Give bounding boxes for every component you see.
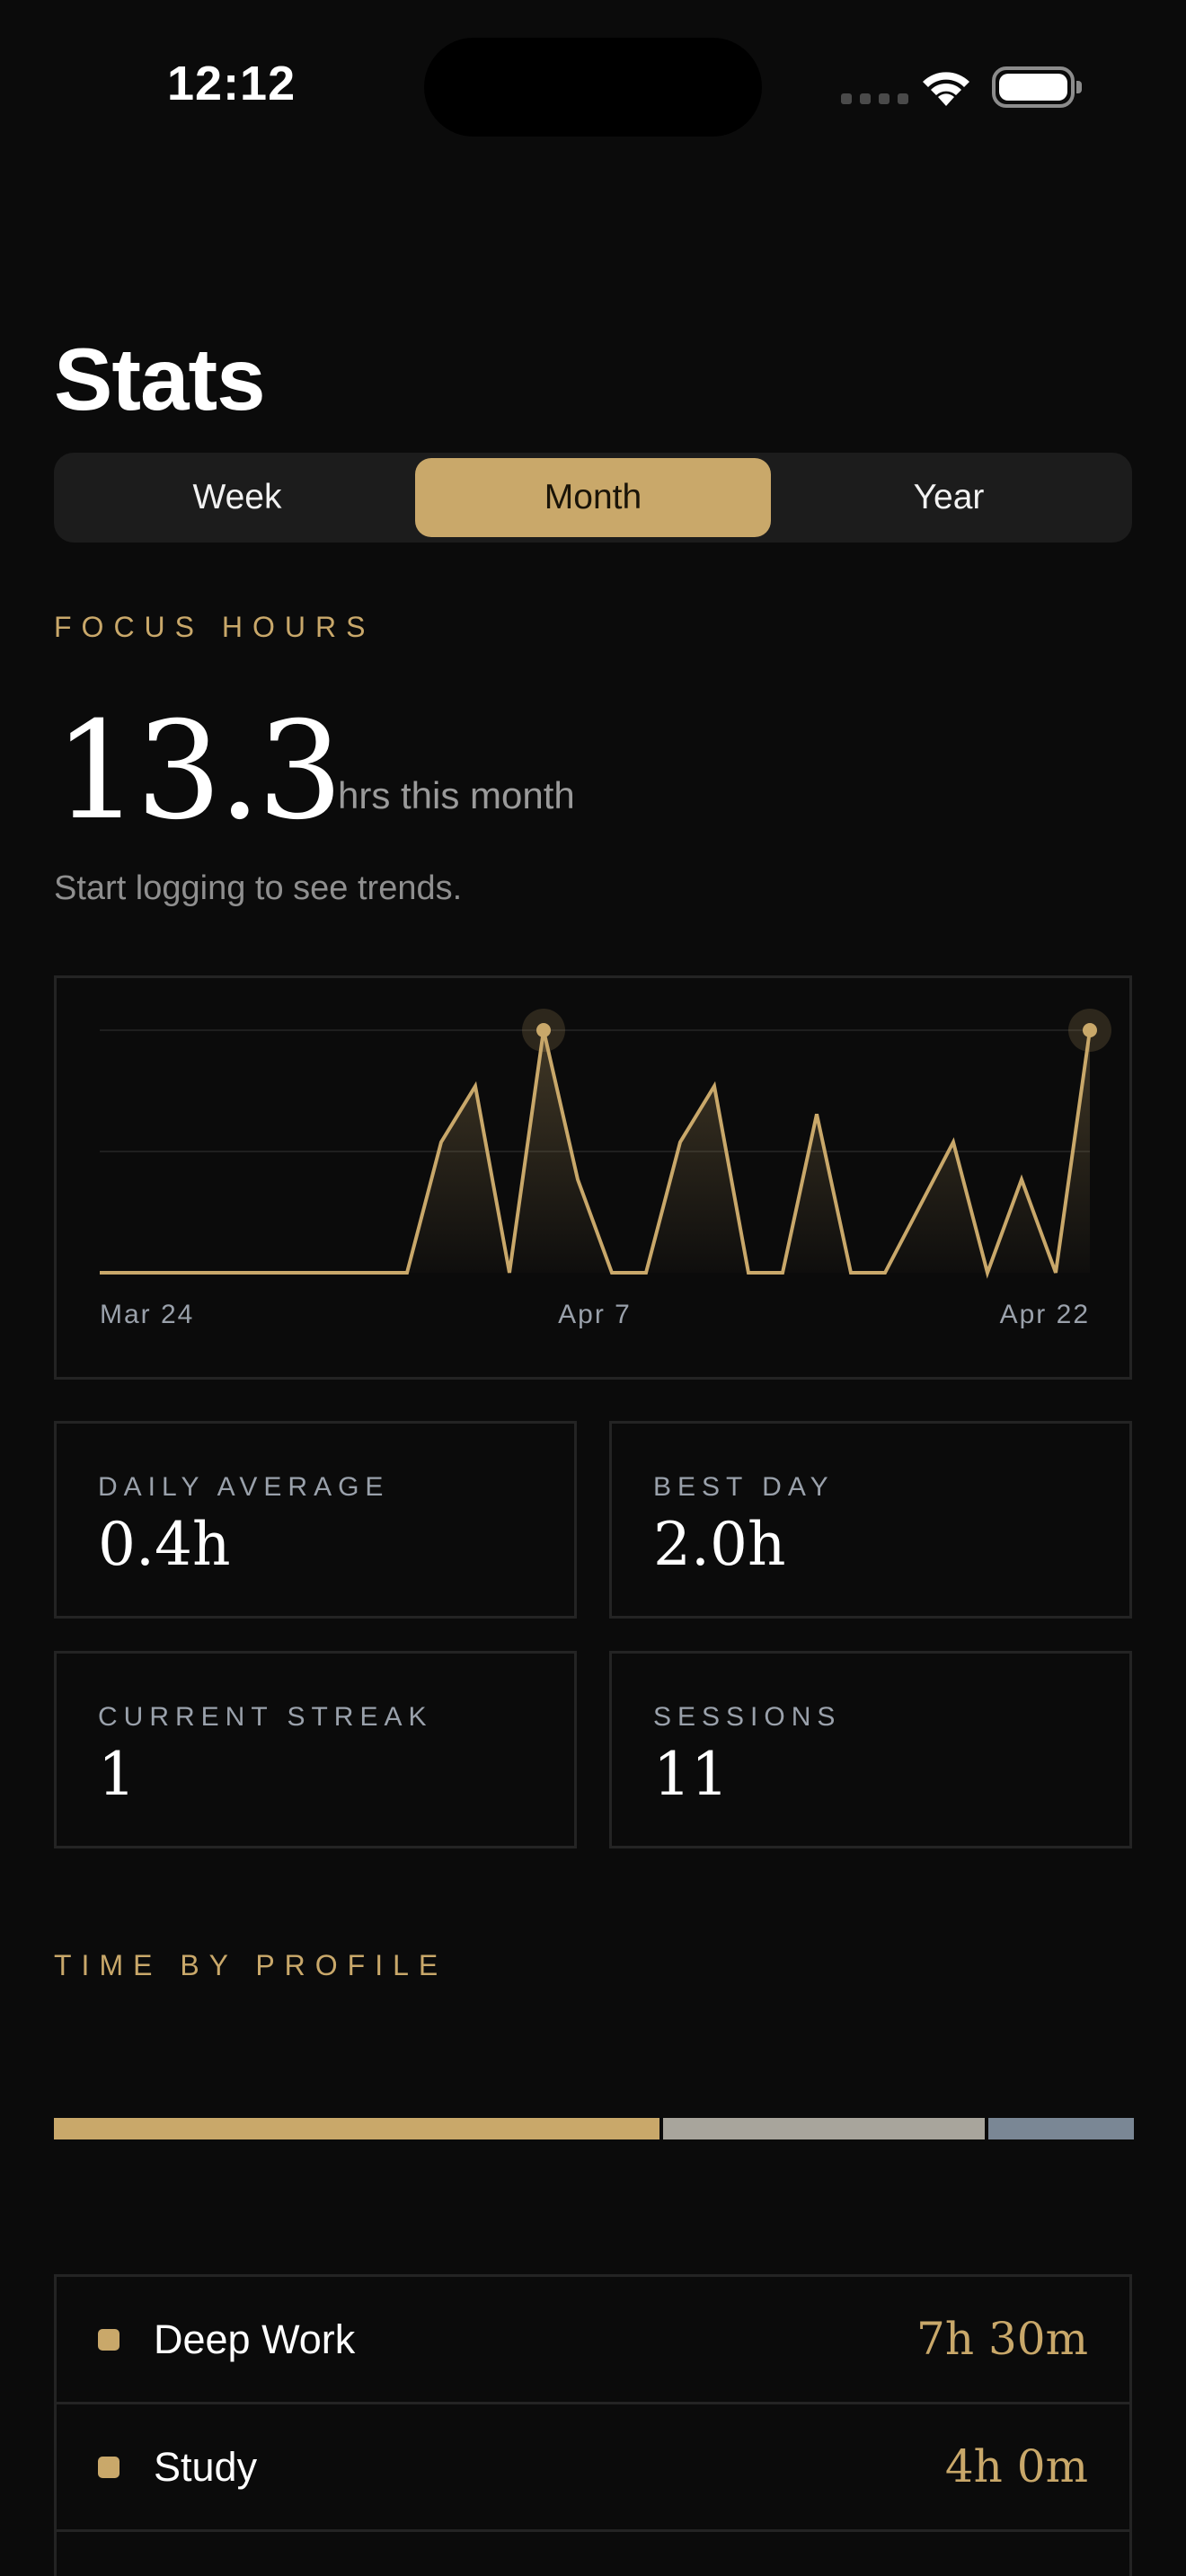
chart-highlight-point (536, 1023, 551, 1037)
stat-value: 0.4h (98, 1510, 231, 1579)
profile-time: 4h 0m (944, 2440, 1088, 2492)
dynamic-island (424, 38, 762, 137)
chart-x-tick-label: Apr 22 (1000, 1300, 1090, 1329)
focus-hours-chart: Mar 24 Apr 7 Apr 22 (54, 975, 1132, 1380)
profile-color-dot (98, 2457, 119, 2478)
profile-name: Deep Work (154, 2316, 356, 2362)
profile-color-dot (98, 2329, 119, 2351)
profile-share-bar (54, 2118, 1137, 2139)
stat-value: 2.0h (653, 1510, 786, 1579)
stat-label: DAILY AVERAGE (98, 1472, 390, 1502)
focus-hours-total: 13.3 (54, 693, 343, 850)
stat-card-sessions: SESSIONS 11 (609, 1651, 1132, 1848)
status-time: 12:12 (167, 57, 296, 110)
stat-card-current-streak: CURRENT STREAK 1 (54, 1651, 577, 1848)
tab-week[interactable]: Week (59, 458, 415, 537)
status-bar: 12:12 (0, 0, 1186, 171)
focus-hours-chart-svg: Mar 24 Apr 7 Apr 22 (100, 1009, 1111, 1329)
chart-x-tick-label: Apr 7 (558, 1300, 632, 1329)
profile-list: Deep Work 7h 30m Study 4h 0m (54, 2274, 1132, 2576)
profile-share-segment (663, 2118, 986, 2139)
battery-icon (992, 66, 1082, 108)
chart-x-tick-label: Mar 24 (100, 1300, 194, 1329)
focus-hours-unit: hrs this month (338, 774, 575, 816)
period-segmented-control: Week Month Year (54, 453, 1132, 543)
trend-note: Start logging to see trends. (54, 869, 463, 907)
tab-month[interactable]: Month (415, 458, 771, 537)
tab-year[interactable]: Year (771, 458, 1127, 537)
wifi-icon (923, 72, 969, 106)
stat-value: 11 (653, 1740, 729, 1809)
page-title: Stats (54, 330, 266, 428)
profile-share-segment (54, 2118, 660, 2139)
cellular-signal-icon (841, 93, 908, 104)
stat-label: CURRENT STREAK (98, 1702, 433, 1732)
profile-time: 7h 30m (916, 2313, 1088, 2365)
stat-label: SESSIONS (653, 1702, 842, 1732)
profile-share-segment (988, 2118, 1134, 2139)
stat-card-best-day: BEST DAY 2.0h (609, 1421, 1132, 1619)
stat-label: BEST DAY (653, 1472, 835, 1502)
list-item-deep-work[interactable]: Deep Work 7h 30m (57, 2277, 1129, 2404)
stat-card-daily-average: DAILY AVERAGE 0.4h (54, 1421, 577, 1619)
focus-hours-label: FOCUS HOURS (54, 611, 376, 643)
profile-name: Study (154, 2444, 258, 2490)
time-by-profile-label: TIME BY PROFILE (54, 1949, 448, 1981)
chart-highlight-point (1083, 1023, 1097, 1037)
stat-value: 1 (98, 1740, 136, 1809)
list-item-study[interactable]: Study 4h 0m (57, 2404, 1129, 2532)
